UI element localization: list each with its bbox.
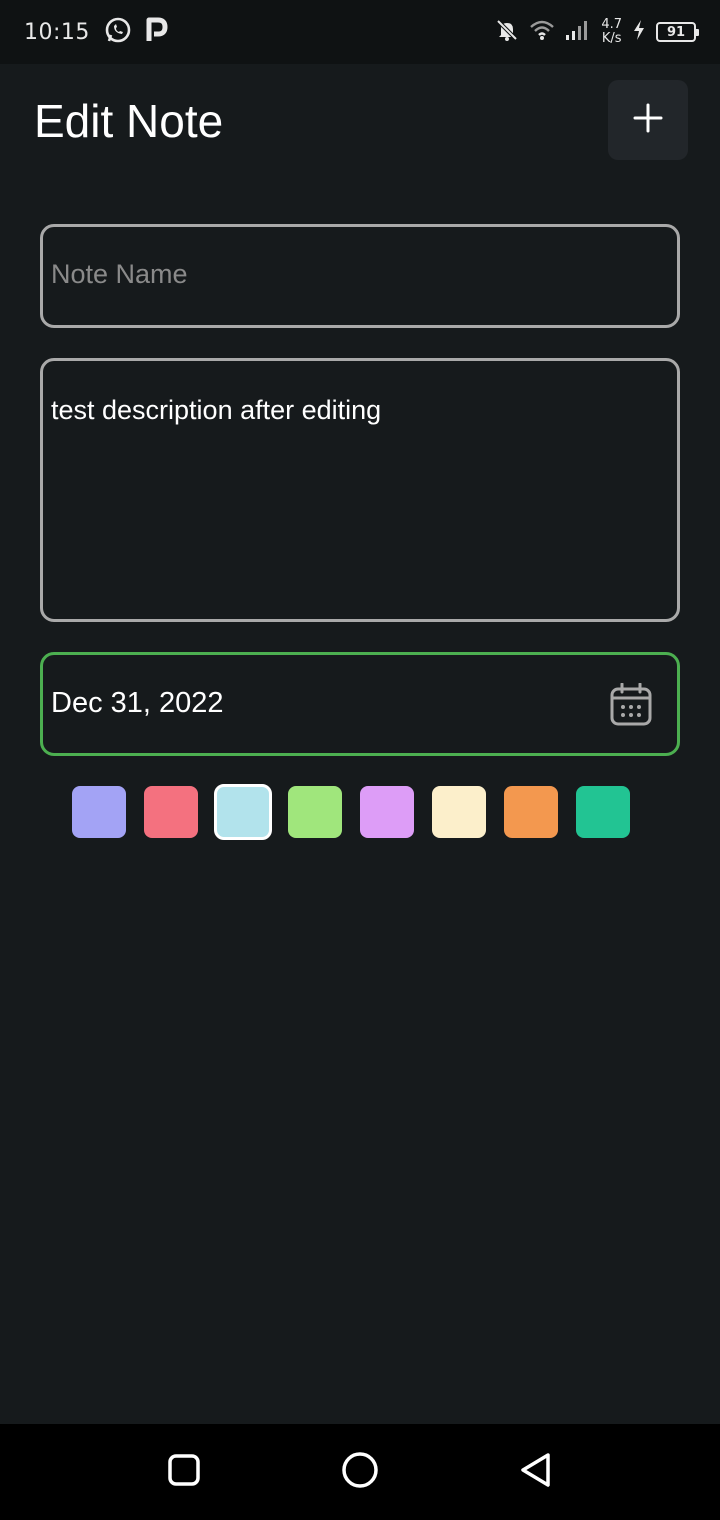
- battery-level: 91: [666, 24, 686, 40]
- note-description-field[interactable]: test description after editing: [40, 358, 680, 622]
- add-button[interactable]: [608, 80, 688, 160]
- recents-button[interactable]: [156, 1444, 212, 1500]
- page-title: Edit Note: [34, 95, 224, 147]
- color-swatch-3[interactable]: [214, 784, 272, 840]
- speed-unit: K/s: [601, 31, 622, 46]
- color-swatch-1[interactable]: [72, 786, 126, 838]
- wifi-icon: [529, 19, 555, 45]
- color-swatches: [72, 784, 630, 840]
- bell-muted-icon: [495, 18, 519, 46]
- home-icon: [340, 1450, 380, 1494]
- status-bar: 10:15 4.7 K/s 91: [0, 0, 720, 64]
- speed-value: 4.7: [601, 17, 622, 32]
- calendar-icon[interactable]: [609, 682, 653, 727]
- note-description-text: test description after editing: [51, 395, 382, 425]
- plus-icon: [633, 103, 663, 137]
- network-speed: 4.7 K/s: [601, 18, 622, 46]
- home-button[interactable]: [332, 1444, 388, 1500]
- battery-icon: 91: [656, 22, 699, 42]
- color-swatch-8[interactable]: [576, 786, 630, 838]
- color-swatch-2[interactable]: [144, 786, 198, 838]
- system-nav-bar: [0, 1424, 720, 1520]
- status-time: 10:15: [24, 19, 90, 45]
- color-swatch-5[interactable]: [360, 786, 414, 838]
- back-button[interactable]: [508, 1444, 564, 1500]
- signal-icon: [565, 19, 591, 45]
- note-name-placeholder: Note Name: [51, 259, 188, 289]
- charging-icon: [632, 19, 646, 45]
- date-field[interactable]: Dec 31, 2022: [40, 652, 680, 756]
- color-swatch-6[interactable]: [432, 786, 486, 838]
- note-name-field[interactable]: Note Name: [40, 224, 680, 328]
- p-app-icon: [146, 17, 168, 47]
- color-swatch-4[interactable]: [288, 786, 342, 838]
- whatsapp-icon: [104, 16, 132, 48]
- color-swatch-7[interactable]: [504, 786, 558, 838]
- recents-icon: [167, 1453, 201, 1491]
- date-value: Dec 31, 2022: [51, 687, 224, 719]
- back-icon: [518, 1451, 554, 1493]
- app-header: Edit Note: [0, 64, 720, 184]
